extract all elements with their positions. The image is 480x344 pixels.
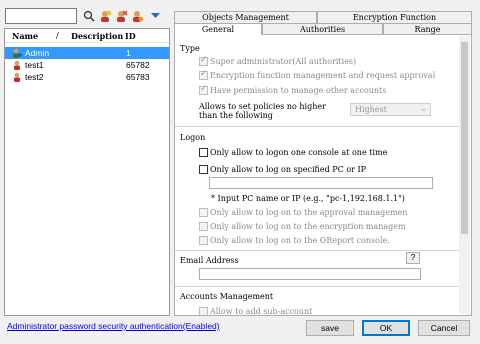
dropdown-arrow-icon[interactable] xyxy=(148,9,162,23)
user-icon xyxy=(14,72,20,82)
save-button[interactable]: save xyxy=(306,320,354,336)
manage-accounts-checkbox[interactable] xyxy=(199,84,208,95)
approval-console-checkbox[interactable] xyxy=(199,208,208,217)
encryption-console-label: Only allow to log on to the encryption m… xyxy=(210,222,406,231)
specified-pc-checkbox[interactable] xyxy=(199,165,208,174)
logon-section-title: Logon xyxy=(180,133,206,142)
email-input[interactable] xyxy=(199,268,421,280)
column-description[interactable]: Description xyxy=(71,31,123,41)
accounts-partial-row: Allow to add sub-account xyxy=(175,304,459,315)
help-icon[interactable]: ? xyxy=(406,252,420,264)
oreport-console-label: Only allow to log on to the OReport cons… xyxy=(210,236,390,245)
one-console-label: Only allow to logon one console at one t… xyxy=(210,148,388,157)
list-header: Name / Description ID xyxy=(5,29,169,43)
divider xyxy=(175,250,459,251)
user-name: Admin xyxy=(25,48,50,58)
search-icon[interactable] xyxy=(82,9,96,23)
password-auth-link[interactable]: Administrator password security authenti… xyxy=(7,321,220,331)
user-list[interactable]: Name / Description ID Admin 1 test1 6578… xyxy=(4,28,170,316)
user-icon xyxy=(14,60,20,70)
sub-account-label: Allow to add sub-account xyxy=(210,307,313,315)
policy-limit-select[interactable]: Highest ⌄ xyxy=(350,103,431,116)
encryption-approval-checkbox[interactable] xyxy=(199,69,208,80)
column-name[interactable]: Name xyxy=(12,31,38,41)
encryption-approval-label: Encryption function management and reque… xyxy=(210,71,436,80)
policy-limit-label-line1: Allows to set policies no higher xyxy=(199,102,326,111)
ok-button[interactable]: OK xyxy=(362,320,410,336)
scrollbar-thumb[interactable] xyxy=(461,42,468,234)
approval-console-label: Only allow to log on to the approval man… xyxy=(210,208,408,217)
column-divider: / xyxy=(56,31,59,40)
sub-account-checkbox[interactable] xyxy=(199,307,208,315)
tab-encryption-function[interactable]: Encryption Function xyxy=(317,11,472,23)
list-item[interactable]: test1 65782 xyxy=(5,59,169,71)
chevron-down-icon: ⌄ xyxy=(420,104,427,113)
user-id: 65783 xyxy=(126,72,150,82)
super-admin-label: Super administrator(All authorities) xyxy=(210,57,357,66)
user-id: 65782 xyxy=(126,60,150,70)
pc-ip-input[interactable] xyxy=(209,177,433,189)
policy-limit-label-line2: than the following xyxy=(199,111,273,120)
tab-objects-management[interactable]: Objects Management xyxy=(174,11,317,23)
one-console-checkbox[interactable] xyxy=(199,148,208,157)
type-section-title: Type xyxy=(180,44,200,53)
oreport-console-checkbox[interactable] xyxy=(199,236,208,245)
user-settings-icon[interactable] xyxy=(130,9,144,23)
super-admin-checkbox[interactable] xyxy=(199,55,208,66)
admin-user-icon xyxy=(13,48,22,58)
encryption-console-checkbox[interactable] xyxy=(199,222,208,231)
email-section-title: Email Address xyxy=(180,256,239,265)
search-input[interactable] xyxy=(5,8,77,24)
divider xyxy=(175,126,459,127)
ip-hint-text: * Input PC name or IP (e.g., "pc-1,192.1… xyxy=(211,194,405,203)
policy-limit-value: Highest xyxy=(355,105,387,114)
user-name: test1 xyxy=(25,60,44,70)
cancel-button[interactable]: Cancel xyxy=(418,320,470,336)
accounts-section-title: Accounts Management xyxy=(180,292,274,301)
user-add-icon[interactable] xyxy=(98,9,112,23)
user-remove-icon[interactable] xyxy=(114,9,128,23)
column-id[interactable]: ID xyxy=(125,31,136,41)
specified-pc-label: Only allow to log on specified PC or IP xyxy=(210,165,367,174)
user-name: test2 xyxy=(25,72,44,82)
list-item[interactable]: Admin 1 xyxy=(5,47,169,59)
manage-accounts-label: Have permission to manage other accounts xyxy=(210,86,387,95)
user-id: 1 xyxy=(126,48,131,58)
list-item[interactable]: test2 65783 xyxy=(5,71,169,83)
divider xyxy=(175,286,459,287)
tab-general[interactable]: General xyxy=(174,23,262,35)
